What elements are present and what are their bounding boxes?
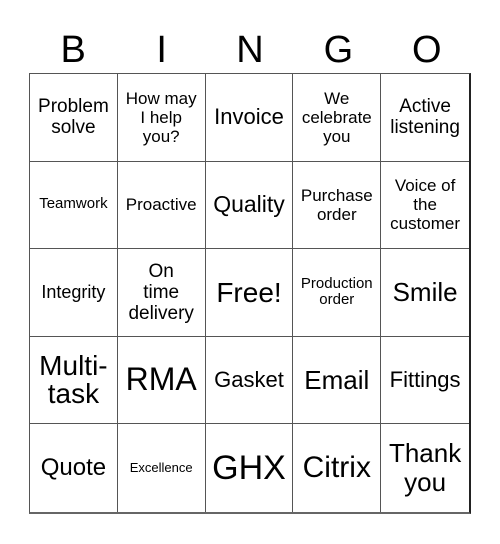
bingo-cell[interactable]: Active listening — [381, 74, 469, 162]
header-letter-o: O — [412, 29, 442, 71]
bingo-header: B I N G O — [29, 28, 471, 73]
cell-text: Thank you — [388, 438, 462, 498]
cell-text: Active listening — [390, 96, 460, 139]
free-space-cell[interactable]: Free! — [205, 249, 294, 337]
bingo-cell[interactable]: Integrity — [30, 249, 118, 337]
cell-text: Problem solve — [38, 96, 109, 139]
bingo-cell[interactable]: We celebrate you — [293, 74, 382, 162]
bingo-cell[interactable]: Thank you — [381, 424, 469, 512]
cell-text: Multi-task — [39, 350, 108, 410]
bingo-cell[interactable]: On time delivery — [117, 249, 206, 337]
bingo-cell[interactable]: Quote — [30, 424, 118, 512]
cell-text: Purchase order — [300, 185, 373, 224]
header-letter-b: B — [60, 29, 86, 71]
bingo-cell[interactable]: Fittings — [381, 337, 469, 425]
header-letter-i: I — [156, 29, 167, 71]
bingo-cell[interactable]: How may I help you? — [117, 74, 206, 162]
bingo-cell[interactable]: Excellence — [118, 424, 206, 512]
bingo-cell[interactable]: RMA — [117, 336, 206, 425]
bingo-cell[interactable]: Purchase order — [293, 161, 382, 250]
bingo-cell[interactable]: Voice of the customer — [381, 162, 469, 250]
bingo-cell[interactable]: Citrix — [293, 424, 382, 512]
cell-text: How may I help you? — [125, 88, 197, 146]
cell-text: We celebrate you — [301, 88, 372, 146]
cell-text: Production order — [300, 274, 373, 309]
cell-text: Voice of the customer — [390, 176, 461, 234]
header-letter-g: G — [323, 29, 354, 71]
bingo-cell[interactable]: Invoice — [205, 74, 294, 162]
bingo-cell[interactable]: GHX — [206, 424, 294, 512]
header-letter-n: N — [236, 29, 264, 71]
bingo-cell[interactable]: Smile — [381, 249, 469, 337]
bingo-cell[interactable]: Multi-task — [30, 336, 118, 425]
bingo-cell[interactable]: Production order — [293, 249, 382, 337]
bingo-cell[interactable]: Quality — [205, 161, 294, 250]
bingo-cell[interactable]: Proactive — [117, 161, 206, 250]
bingo-cell[interactable]: Email — [293, 336, 382, 425]
bingo-cell[interactable]: Teamwork — [30, 161, 118, 250]
bingo-cell[interactable]: Gasket — [205, 336, 294, 425]
cell-text: On time delivery — [128, 260, 194, 325]
bingo-cell[interactable]: Problem solve — [30, 74, 118, 162]
bingo-grid: Problem solve How may I help you? Invoice W… — [29, 73, 471, 514]
